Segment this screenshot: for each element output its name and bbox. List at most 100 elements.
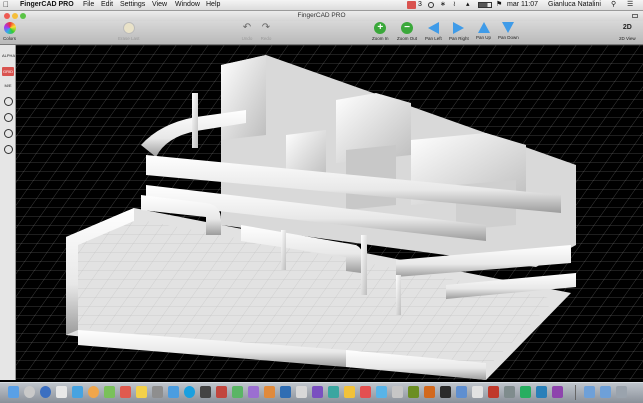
app-icon-red[interactable] [216,386,227,398]
user-name[interactable]: Gianluca Natalini [548,0,601,10]
pan-up-label: Pan Up [476,35,492,40]
safari-icon[interactable] [40,386,51,398]
folder-icon[interactable] [584,386,595,398]
pan-down-button[interactable]: Pan Down [498,22,519,40]
colors-label: Colors [3,36,17,41]
column-3 [396,275,401,315]
app-icon-red-2[interactable] [360,386,371,398]
maps-icon[interactable] [104,386,115,398]
menu-view[interactable]: View [152,0,167,10]
preferences-icon[interactable] [152,386,163,398]
dock [0,382,643,403]
app-icon-dark[interactable] [440,386,451,398]
volume-icon[interactable]: ▴ [466,0,470,10]
zoom-out-label: Zoom Out [397,36,418,41]
close-icon[interactable] [4,13,10,19]
terminal-icon[interactable] [200,386,211,398]
menu-window[interactable]: Window [175,0,200,10]
left-sidebar: ALPHA GRID M/E [0,45,16,380]
launchpad-icon[interactable] [24,386,35,398]
menu-bar:  FingerCAD PRO File Edit Settings View … [0,0,643,11]
calendar-icon[interactable] [120,386,131,398]
battery-icon[interactable] [478,2,492,8]
app-icon-white[interactable] [472,386,483,398]
arrow-down-icon [502,22,515,33]
app-icon-teal[interactable] [328,386,339,398]
app-icon-purple[interactable] [248,386,259,398]
app-icon-olive[interactable] [408,386,419,398]
colors-button[interactable]: Colors [3,22,16,41]
zoom-window-icon[interactable] [20,13,26,19]
sync-icon[interactable] [428,2,434,8]
fingercad-icon[interactable] [392,386,403,398]
filezilla-icon[interactable] [488,386,499,398]
app-icon-sky[interactable] [376,386,387,398]
pan-left-button[interactable]: Pan Left [425,22,442,41]
timer-button-1[interactable] [2,97,14,107]
app-icon-yellow[interactable] [344,386,355,398]
pan-down-label: Pan Down [498,35,519,40]
notifications-icon[interactable]: ☰ [627,0,633,10]
mode-button[interactable]: M/E [2,82,14,90]
pan-up-button[interactable]: Pan Up [476,22,491,40]
menu-settings[interactable]: Settings [120,0,145,10]
app-icon-green-2[interactable] [520,386,531,398]
app-icon-violet[interactable] [312,386,323,398]
app-icon-gray[interactable] [296,386,307,398]
color-wheel-icon [3,22,16,34]
zoom-in-button[interactable]: + Zoom In [372,22,389,41]
arrow-right-icon [453,22,465,34]
app-icon-gray-2[interactable] [504,386,515,398]
alpha-button[interactable]: ALPHA [2,52,15,60]
erase-last-button[interactable]: Erase Last [118,22,140,41]
column-2 [361,235,367,295]
undo-button[interactable]: ↶ Undo [241,22,253,41]
clock[interactable]: mar 11:07 [507,0,538,10]
trash-icon[interactable] [616,386,627,398]
grid-button[interactable]: GRID [2,67,14,76]
2d-view-button[interactable]: 2D 2D View [619,22,636,41]
app-icon-blue-2[interactable] [456,386,467,398]
bluetooth-icon[interactable]: ∗ [440,0,446,10]
window-title: FingerCAD PRO [297,12,346,19]
undo-label: Undo [241,36,253,41]
cad-viewport[interactable] [16,45,643,380]
app-menu[interactable]: FingerCAD PRO [20,0,74,10]
pan-right-button[interactable]: Pan Right [449,22,469,41]
spotlight-icon[interactable]: ⚲ [611,0,616,10]
app-icon-brown[interactable] [424,386,435,398]
fullscreen-icon[interactable] [632,14,638,18]
menu-edit[interactable]: Edit [101,0,113,10]
finder-icon[interactable] [8,386,19,398]
chrome-icon[interactable] [88,386,99,398]
appstore-icon[interactable] [168,386,179,398]
cad-canvas[interactable] [16,45,643,380]
app-icon-purple-2[interactable] [552,386,563,398]
menu-help[interactable]: Help [206,0,220,10]
app-icon-green[interactable] [232,386,243,398]
app-icon-orange[interactable] [264,386,275,398]
tower-block [221,55,266,140]
timer-icon [3,97,13,106]
timer-button-2[interactable] [2,113,14,123]
timer-button-3[interactable] [2,129,14,139]
toolbar: Colors Erase Last ↶ Undo ↷ Redo + Zoom I… [0,21,643,45]
app-icon-blue[interactable] [280,386,291,398]
flag-icon[interactable]: ⚑ [496,0,502,10]
apple-icon[interactable]:  [3,0,9,10]
messages-icon[interactable] [72,386,83,398]
downloads-icon[interactable] [600,386,611,398]
minimize-icon[interactable] [12,13,18,19]
notes-icon[interactable] [136,386,147,398]
menu-file[interactable]: File [83,0,94,10]
app-icon-blue-3[interactable] [536,386,547,398]
zoom-out-button[interactable]: − Zoom Out [397,22,417,41]
mail-icon[interactable] [56,386,67,398]
skype-icon[interactable] [184,386,195,398]
column-4 [281,230,286,270]
timer-button-4[interactable] [2,145,14,155]
redo-button[interactable]: ↷ Redo [260,22,272,41]
redo-icon: ↷ [261,22,271,33]
gmail-icon[interactable] [407,1,416,9]
wifi-icon[interactable]: ≀ [453,0,456,10]
